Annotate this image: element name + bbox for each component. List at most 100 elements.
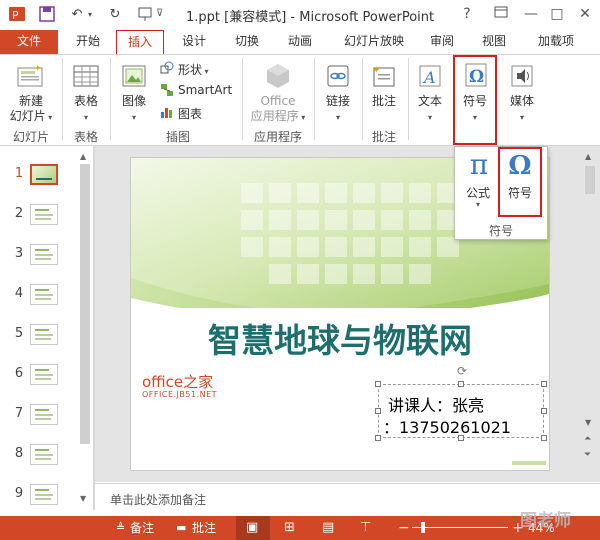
slide-thumbnail[interactable] <box>30 284 58 305</box>
slide-thumbnail[interactable] <box>30 404 58 425</box>
slide-thumbnail[interactable] <box>30 364 58 385</box>
link-dropdown-icon[interactable]: ▾ <box>316 110 360 125</box>
equation-dropdown-icon[interactable]: ▾ <box>458 200 498 209</box>
resize-handle[interactable] <box>375 381 381 387</box>
slide-thumbnail[interactable] <box>30 244 58 265</box>
pane-separator[interactable] <box>93 146 95 510</box>
comment-label[interactable]: 批注 <box>362 94 406 109</box>
symbols-label[interactable]: 符号 <box>454 94 496 109</box>
symbols-dropdown-icon[interactable]: ▾ <box>454 110 496 125</box>
table-dropdown-icon[interactable]: ▾ <box>64 110 108 125</box>
slide-thumbnail[interactable] <box>30 484 58 505</box>
tab-file[interactable]: 文件 <box>0 30 58 54</box>
office-apps-icon <box>262 60 294 92</box>
ribbon-options-icon[interactable] <box>490 4 512 24</box>
redo-icon[interactable]: ↻ <box>106 5 124 23</box>
tab-view[interactable]: 视图 <box>472 30 516 54</box>
chart-button[interactable]: 图表 <box>178 105 202 122</box>
help-button[interactable]: ? <box>456 4 478 24</box>
resize-handle[interactable] <box>458 435 464 441</box>
smartart-button[interactable]: SmartArt <box>178 83 232 97</box>
scroll-down-icon[interactable]: ▼ <box>585 418 591 427</box>
reading-view-icon[interactable]: ▤ <box>322 516 334 540</box>
resize-handle[interactable] <box>541 408 547 414</box>
editor-scrollbar[interactable]: ▲ ▼ ⏶ ⏷ <box>583 150 597 480</box>
shapes-icon[interactable] <box>160 61 174 75</box>
text-label[interactable]: 文本 <box>408 94 452 109</box>
notes-placeholder[interactable]: 单击此处添加备注 <box>110 491 206 508</box>
link-label[interactable]: 链接 <box>316 94 360 109</box>
minimize-button[interactable]: — <box>520 4 542 24</box>
text-icon[interactable]: A <box>414 60 446 92</box>
close-button[interactable]: ✕ <box>574 4 596 24</box>
lecturer-line-2[interactable]: ：13750261021 <box>383 414 511 438</box>
zoom-slider-track[interactable] <box>412 527 508 528</box>
link-icon[interactable] <box>322 60 354 92</box>
scroll-up-icon[interactable]: ▲ <box>80 152 86 161</box>
tab-home[interactable]: 开始 <box>66 30 110 54</box>
scroll-thumb[interactable] <box>585 166 595 194</box>
lecturer-line-1[interactable]: 讲课人：张亮 <box>388 392 484 416</box>
rotate-handle-icon[interactable]: ⟳ <box>455 364 469 378</box>
tab-design[interactable]: 设计 <box>172 30 216 54</box>
smartart-icon[interactable] <box>160 83 174 97</box>
table-icon[interactable] <box>70 60 102 92</box>
comments-button[interactable]: 批注 <box>192 516 216 540</box>
symbol-label[interactable]: 符号 <box>500 184 540 201</box>
zoom-out-icon[interactable]: − <box>398 516 410 540</box>
tab-transitions[interactable]: 切换 <box>224 30 270 54</box>
new-slide-label-2[interactable]: 幻灯片 ▾ <box>4 109 58 125</box>
media-label[interactable]: 媒体 <box>500 94 544 109</box>
media-dropdown-icon[interactable]: ▾ <box>500 110 544 125</box>
next-slide-icon[interactable]: ⏷ <box>584 450 591 460</box>
normal-view-icon[interactable]: ▣ <box>246 516 258 540</box>
resize-handle[interactable] <box>541 381 547 387</box>
comments-icon[interactable]: ▬ <box>176 516 186 540</box>
tab-insert[interactable]: 插入 <box>116 30 164 54</box>
text-dropdown-icon[interactable]: ▾ <box>408 110 452 125</box>
new-slide-icon[interactable]: ✦ <box>14 60 46 92</box>
tab-addins[interactable]: 加载项 <box>528 30 584 54</box>
notes-button[interactable]: 备注 <box>130 516 154 540</box>
thumbnails-scrollbar[interactable]: ▲ ▼ <box>78 150 91 506</box>
omega-icon[interactable]: Ω <box>460 60 492 90</box>
slide-thumbnail[interactable] <box>30 324 58 345</box>
tab-animations[interactable]: 动画 <box>278 30 322 54</box>
tab-review[interactable]: 审阅 <box>420 30 464 54</box>
omega-icon[interactable]: Ω <box>500 150 540 182</box>
image-dropdown-icon[interactable]: ▾ <box>112 110 156 125</box>
image-icon[interactable] <box>118 60 150 92</box>
prev-slide-icon[interactable]: ⏶ <box>584 434 591 444</box>
chart-icon[interactable] <box>160 105 174 119</box>
media-icon[interactable] <box>506 60 538 92</box>
shapes-button[interactable]: 形状 ▾ <box>178 61 209 78</box>
customize-qat-icon[interactable]: ⊽ <box>156 8 163 19</box>
resize-handle[interactable] <box>375 408 381 414</box>
scroll-down-icon[interactable]: ▼ <box>80 494 86 503</box>
slide-thumbnail[interactable] <box>30 164 58 185</box>
slide-thumbnail[interactable] <box>30 204 58 225</box>
pi-icon[interactable]: π <box>462 150 496 180</box>
scroll-up-icon[interactable]: ▲ <box>585 152 591 161</box>
undo-icon[interactable]: ↶ <box>68 5 86 23</box>
resize-handle[interactable] <box>541 435 547 441</box>
resize-handle[interactable] <box>458 381 464 387</box>
maximize-button[interactable]: □ <box>546 4 568 24</box>
resize-handle[interactable] <box>375 435 381 441</box>
zoom-slider-thumb[interactable] <box>421 522 425 533</box>
start-slideshow-icon[interactable] <box>136 5 154 23</box>
slide-thumbnail[interactable] <box>30 444 58 465</box>
equation-label[interactable]: 公式 <box>458 184 498 201</box>
undo-dropdown-icon[interactable]: ▾ <box>88 10 92 19</box>
slide-sorter-icon[interactable]: ⊞ <box>284 516 295 540</box>
scroll-thumb[interactable] <box>80 164 90 444</box>
table-label[interactable]: 表格 <box>64 94 108 109</box>
slide-title[interactable]: 智慧地球与物联网 <box>130 314 550 362</box>
slideshow-view-icon[interactable]: ⊤ <box>360 516 371 540</box>
image-label[interactable]: 图像 <box>112 94 156 109</box>
comment-icon[interactable]: ✦ <box>368 60 400 92</box>
new-slide-label-1[interactable]: 新建 <box>4 94 58 109</box>
save-icon[interactable] <box>38 5 56 23</box>
notes-icon[interactable]: ≜ <box>116 516 125 540</box>
tab-slideshow[interactable]: 幻灯片放映 <box>334 30 414 54</box>
